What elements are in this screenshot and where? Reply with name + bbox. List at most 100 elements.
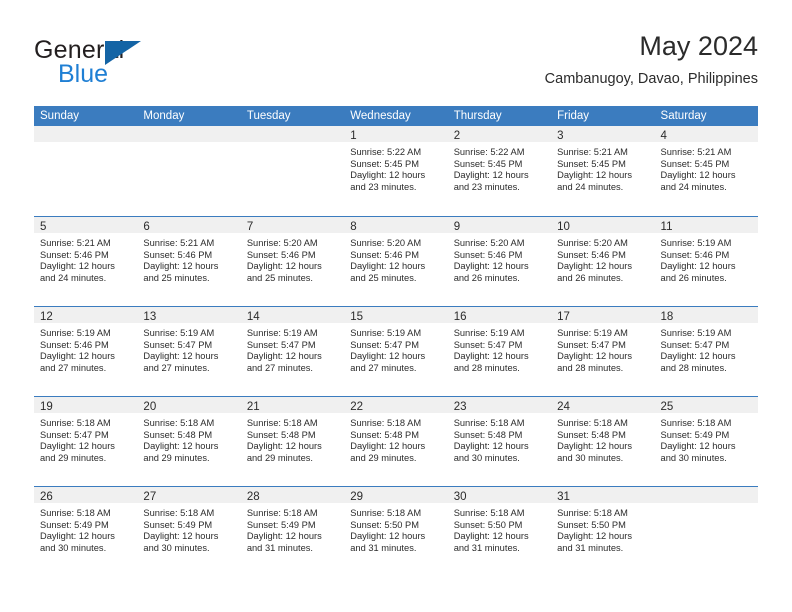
day-info: Sunrise: 5:19 AM Sunset: 5:47 PM Daylight:… [551,323,654,374]
calendar-week-row: 5 Sunrise: 5:21 AM Sunset: 5:46 PM Daylight… [34,216,758,306]
day-cell[interactable]: 5 Sunrise: 5:21 AM Sunset: 5:46 PM Daylight… [34,217,138,306]
day-cell[interactable]: 26 Sunrise: 5:18 AM Sunset: 5:49 PM Dayligh… [34,487,138,576]
day-number-band: 28 [240,487,345,503]
day-cell[interactable]: 29 Sunrise: 5:18 AM Sunset: 5:50 PM Dayligh… [344,487,448,576]
daylight-text: Daylight: 12 hours and 31 minutes. [453,531,529,553]
sunrise-text: Sunrise: 5:18 AM [143,418,215,428]
day-cell[interactable]: 11 Sunrise: 5:19 AM Sunset: 5:46 PM Dayligh… [654,217,758,306]
day-info: Sunrise: 5:19 AM Sunset: 5:46 PM Daylight:… [34,323,137,374]
day-number-band: 5 [34,217,138,233]
day-info: Sunrise: 5:18 AM Sunset: 5:50 PM Daylight:… [344,503,447,554]
day-cell-empty [137,126,241,216]
sunset-text: Sunset: 5:48 PM [557,429,626,440]
day-cell[interactable]: 24 Sunrise: 5:18 AM Sunset: 5:48 PM Dayligh… [551,397,655,486]
weekday-header-friday: Friday [557,110,590,122]
day-cell[interactable]: 16 Sunrise: 5:19 AM Sunset: 5:47 PM Dayligh… [447,307,552,396]
sunrise-text: Sunrise: 5:21 AM [40,238,111,248]
sunset-text: Sunset: 5:48 PM [143,429,213,440]
day-number-band: 13 [137,307,241,323]
day-number-band: 26 [34,487,138,503]
day-cell[interactable]: 8 Sunrise: 5:20 AM Sunset: 5:46 PM Daylight… [344,217,448,306]
daylight-text: Daylight: 12 hours and 24 minutes. [660,170,736,192]
day-number-band: 31 [551,487,655,503]
sunrise-text: Sunrise: 5:18 AM [40,508,111,518]
day-cell[interactable]: 27 Sunrise: 5:18 AM Sunset: 5:49 PM Dayligh… [137,487,241,576]
day-number: 31 [557,491,570,503]
day-cell[interactable]: 25 Sunrise: 5:18 AM Sunset: 5:49 PM Dayligh… [654,397,758,486]
sunrise-text: Sunrise: 5:19 AM [40,328,111,338]
day-cell[interactable]: 17 Sunrise: 5:19 AM Sunset: 5:47 PM Dayligh… [551,307,655,396]
sunrise-text: Sunrise: 5:18 AM [557,418,628,428]
day-cell[interactable]: 28 Sunrise: 5:18 AM Sunset: 5:49 PM Dayligh… [240,487,345,576]
day-info: Sunrise: 5:21 AM Sunset: 5:45 PM Daylight:… [551,142,654,193]
sunrise-text: Sunrise: 5:19 AM [557,328,628,338]
day-cell[interactable]: 2 Sunrise: 5:22 AM Sunset: 5:45 PM Daylight… [447,126,552,216]
sunrise-text: Sunrise: 5:18 AM [143,508,215,518]
day-number-band: 14 [240,307,345,323]
daylight-text: Daylight: 12 hours and 31 minutes. [246,531,322,553]
day-cell[interactable]: 1 Sunrise: 5:22 AM Sunset: 5:45 PM Daylight… [344,126,448,216]
day-cell[interactable]: 14 Sunrise: 5:19 AM Sunset: 5:47 PM Dayligh… [240,307,345,396]
day-cell[interactable]: 12 Sunrise: 5:19 AM Sunset: 5:46 PM Dayligh… [34,307,138,396]
day-cell[interactable]: 18 Sunrise: 5:19 AM Sunset: 5:47 PM Dayligh… [654,307,758,396]
day-number: 22 [350,401,364,413]
daylight-text: Daylight: 12 hours and 27 minutes. [350,351,426,373]
day-number: 1 [350,130,357,142]
day-cell[interactable]: 21 Sunrise: 5:18 AM Sunset: 5:48 PM Dayligh… [240,397,345,486]
sunrise-text: Sunrise: 5:18 AM [557,508,628,518]
sunset-text: Sunset: 5:46 PM [40,249,109,260]
sunrise-text: Sunrise: 5:18 AM [350,418,422,428]
day-cell[interactable]: 7 Sunrise: 5:20 AM Sunset: 5:46 PM Daylight… [240,217,345,306]
day-number: 15 [350,311,364,323]
sunrise-text: Sunrise: 5:21 AM [557,147,628,157]
day-number-band: 19 [34,397,138,413]
day-number: 28 [246,491,260,503]
sunset-text: Sunset: 5:45 PM [453,158,523,169]
day-number: 30 [453,491,467,503]
day-number: 18 [660,311,674,323]
day-number: 20 [143,401,157,413]
day-number-band: 18 [654,307,758,323]
day-cell[interactable]: 20 Sunrise: 5:18 AM Sunset: 5:48 PM Dayligh… [137,397,241,486]
day-number-band: 12 [34,307,138,323]
day-cell[interactable]: 31 Sunrise: 5:18 AM Sunset: 5:50 PM Dayligh… [551,487,655,576]
day-cell[interactable]: 15 Sunrise: 5:19 AM Sunset: 5:47 PM Dayligh… [344,307,448,396]
day-cell[interactable]: 4 Sunrise: 5:21 AM Sunset: 5:45 PM Daylight… [654,126,758,216]
day-number: 26 [40,491,53,503]
day-cell[interactable]: 3 Sunrise: 5:21 AM Sunset: 5:45 PM Daylight… [551,126,655,216]
day-cell[interactable]: 6 Sunrise: 5:21 AM Sunset: 5:46 PM Daylight… [137,217,241,306]
sunrise-text: Sunrise: 5:22 AM [453,147,525,157]
day-number-band [654,487,758,503]
day-cell-empty [654,487,758,576]
day-info: Sunrise: 5:20 AM Sunset: 5:46 PM Daylight:… [241,233,344,284]
day-cell[interactable]: 10 Sunrise: 5:20 AM Sunset: 5:46 PM Dayligh… [551,217,655,306]
sunrise-text: Sunrise: 5:20 AM [557,238,628,248]
sunset-text: Sunset: 5:47 PM [453,339,523,350]
day-cell[interactable]: 13 Sunrise: 5:19 AM Sunset: 5:47 PM Dayligh… [137,307,241,396]
day-cell[interactable]: 30 Sunrise: 5:18 AM Sunset: 5:50 PM Dayligh… [447,487,552,576]
weekday-header-row: Sunday Monday Tuesday Wednesday Thursday Frid… [34,106,758,126]
daylight-text: Daylight: 12 hours and 30 minutes. [143,531,219,553]
day-cell[interactable]: 9 Sunrise: 5:20 AM Sunset: 5:46 PM Daylight… [447,217,552,306]
day-number: 16 [453,311,467,323]
daylight-text: Daylight: 12 hours and 26 minutes. [557,261,633,283]
triangle-icon [105,41,141,65]
day-info: Sunrise: 5:19 AM Sunset: 5:46 PM Daylight:… [655,233,758,284]
day-info: Sunrise: 5:18 AM Sunset: 5:48 PM Daylight:… [448,413,551,464]
daylight-text: Daylight: 12 hours and 26 minutes. [453,261,529,283]
day-number: 27 [143,491,157,503]
sunrise-text: Sunrise: 5:21 AM [143,238,215,248]
calendar-week-row: 1 Sunrise: 5:22 AM Sunset: 5:45 PM Daylight… [34,126,758,216]
sunset-text: Sunset: 5:49 PM [660,429,730,440]
day-cell[interactable]: 19 Sunrise: 5:18 AM Sunset: 5:47 PM Dayligh… [34,397,138,486]
day-cell[interactable]: 23 Sunrise: 5:18 AM Sunset: 5:48 PM Dayligh… [447,397,552,486]
day-number-band: 17 [551,307,655,323]
sunrise-text: Sunrise: 5:19 AM [143,328,215,338]
day-cell[interactable]: 22 Sunrise: 5:18 AM Sunset: 5:48 PM Dayligh… [344,397,448,486]
day-info: Sunrise: 5:20 AM Sunset: 5:46 PM Daylight:… [551,233,654,284]
sunset-text: Sunset: 5:47 PM [660,339,730,350]
daylight-text: Daylight: 12 hours and 31 minutes. [350,531,426,553]
sunset-text: Sunset: 5:50 PM [350,519,419,530]
daylight-text: Daylight: 12 hours and 29 minutes. [246,441,322,463]
day-number-band: 9 [447,217,552,233]
